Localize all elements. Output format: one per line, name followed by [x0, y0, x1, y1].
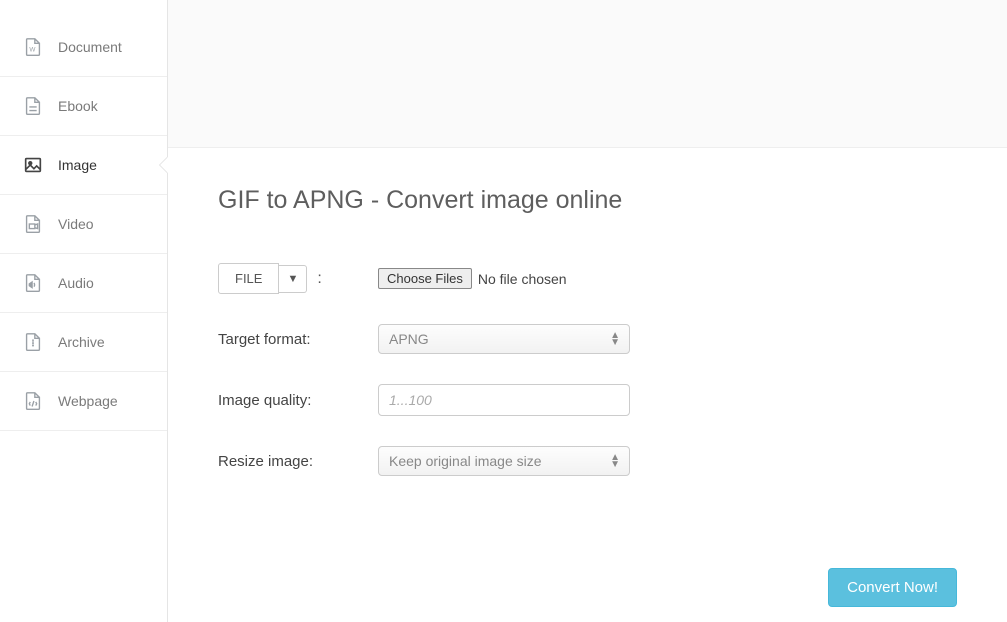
target-format-label: Target format:	[218, 331, 378, 348]
page-title: GIF to APNG - Convert image online	[218, 186, 957, 215]
sidebar-item-image[interactable]: Image	[0, 136, 167, 195]
sidebar-item-ebook[interactable]: Ebook	[0, 77, 167, 136]
document-icon: W	[22, 36, 44, 58]
ad-space	[168, 0, 1007, 148]
file-source-dropdown[interactable]: ▼	[279, 265, 307, 293]
sidebar: W Document Ebook Image	[0, 0, 168, 622]
sidebar-item-label: Audio	[58, 275, 94, 291]
sidebar-item-label: Document	[58, 39, 122, 55]
sidebar-item-video[interactable]: Video	[0, 195, 167, 254]
sidebar-item-label: Archive	[58, 334, 105, 350]
file-source-button[interactable]: FILE	[218, 263, 279, 294]
svg-text:W: W	[29, 47, 36, 54]
video-icon	[22, 213, 44, 235]
webpage-icon	[22, 390, 44, 412]
image-icon	[22, 154, 44, 176]
convert-button[interactable]: Convert Now!	[828, 568, 957, 607]
sidebar-item-label: Ebook	[58, 98, 98, 114]
resize-row: Resize image: Keep original image size ▲…	[218, 446, 957, 476]
sidebar-item-label: Video	[58, 216, 94, 232]
target-format-row: Target format: APNG ▲▼	[218, 324, 957, 354]
caret-down-icon: ▼	[287, 273, 298, 285]
sidebar-item-archive[interactable]: Archive	[0, 313, 167, 372]
main: GIF to APNG - Convert image online FILE …	[168, 0, 1007, 622]
resize-label: Resize image:	[218, 453, 378, 470]
image-quality-row: Image quality:	[218, 384, 957, 416]
content: GIF to APNG - Convert image online FILE …	[168, 148, 1007, 622]
file-status: No file chosen	[478, 271, 567, 287]
audio-icon	[22, 272, 44, 294]
sidebar-item-document[interactable]: W Document	[0, 18, 167, 77]
image-quality-input[interactable]	[378, 384, 630, 416]
resize-select[interactable]: Keep original image size	[378, 446, 630, 476]
sidebar-item-webpage[interactable]: Webpage	[0, 372, 167, 431]
choose-files-button[interactable]: Choose Files	[378, 268, 472, 289]
target-format-select[interactable]: APNG	[378, 324, 630, 354]
sidebar-item-label: Image	[58, 157, 97, 173]
archive-icon	[22, 331, 44, 353]
file-source-group: FILE ▼	[218, 263, 307, 294]
sidebar-item-label: Webpage	[58, 393, 118, 409]
sidebar-item-audio[interactable]: Audio	[0, 254, 167, 313]
image-quality-label: Image quality:	[218, 392, 378, 409]
file-row: FILE ▼ : Choose Files No file chosen	[218, 263, 957, 294]
ebook-icon	[22, 95, 44, 117]
colon: :	[317, 270, 321, 288]
